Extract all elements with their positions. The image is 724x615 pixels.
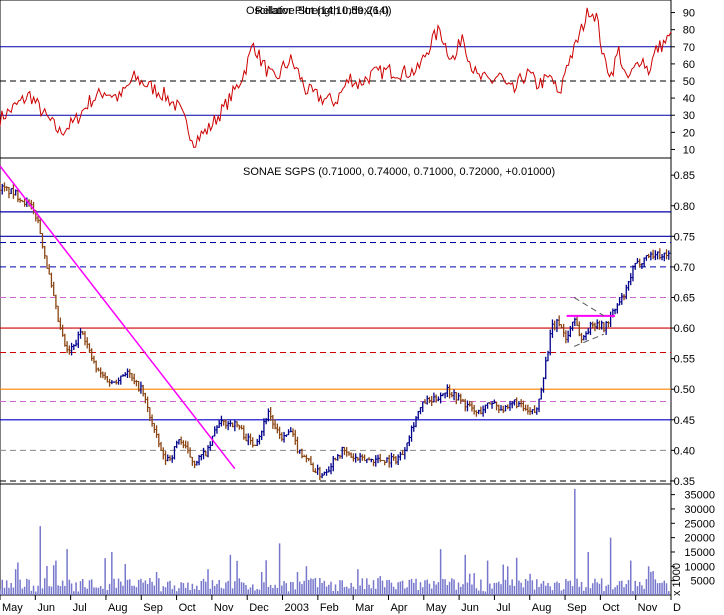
x-tick-label-3: Aug [108,602,128,614]
volume-tick-label-1: 30000 [684,504,715,516]
volume-unit-label: x 1000 [671,563,683,596]
volume-tick-label-5: 10000 [684,561,715,573]
x-tick-label-13: Jun [461,602,479,614]
rsi-tick-label-3: 60 [683,59,695,71]
volume-tick-label-2: 25000 [684,518,715,530]
rsi-tick-label-7: 20 [683,127,695,139]
price-tick-label-9: 0.40 [674,445,695,457]
rsi-tick-label-1: 80 [683,25,695,37]
volume-tick-label-3: 20000 [684,533,715,545]
price-tick-label-1: 0.80 [674,201,695,213]
stock-chart: 90 80 70 60 50 40 30 20 10 0.85 0.80 0.75 0.70 0.65 0… [0,0,724,615]
price-tick-label-3: 0.70 [674,262,695,274]
x-tick-label-7: Dec [249,602,269,614]
price-tick-label-6: 0.55 [674,354,695,366]
price-tick-label-4: 0.65 [674,292,695,304]
price-tick-label-2: 0.75 [674,231,695,243]
x-tick-label-10: Mar [355,602,374,614]
x-tick-label-11: Apr [390,602,407,614]
rsi-tick-label-6: 30 [683,110,695,122]
x-tick-label-16: Sep [567,602,587,614]
x-tick-label-18: Nov [638,602,658,614]
price-tick-label-10: 0.35 [674,476,695,488]
rsi-title: Relative Strength Index(14) [255,5,389,17]
x-tick-label-12: May [426,602,447,614]
rsi-tick-label-2: 70 [683,42,695,54]
x-tick-label-0: May [2,602,23,614]
rsi-tick-label-4: 50 [683,76,695,88]
x-tick-label-4: Sep [143,602,163,614]
volume-tick-label-6: 5000 [691,576,715,588]
rsi-tick-label-5: 40 [683,93,695,105]
x-tick-label-15: Aug [532,602,552,614]
x-tick-label-6: Nov [214,602,234,614]
x-tick-label-19: D [673,602,681,614]
volume-tick-label-4: 15000 [684,547,715,559]
x-tick-label-14: Jul [496,602,510,614]
x-tick-label-5: Oct [179,602,196,614]
rsi-tick-label-0: 90 [683,8,695,20]
x-tick-label-8: 2003 [285,602,309,614]
chart-background [0,0,724,615]
x-tick-label-9: Feb [320,602,339,614]
price-tick-label-8: 0.45 [674,415,695,427]
price-tick-label-5: 0.60 [674,323,695,335]
volume-tick-label-0: 35000 [684,490,715,502]
rsi-tick-label-8: 10 [683,144,695,156]
price-title: SONAE SGPS (0.71000, 0.74000, 0.71000, 0… [243,166,555,178]
x-tick-label-1: Jun [37,602,55,614]
price-tick-label-7: 0.50 [674,384,695,396]
price-tick-label-0: 0.85 [674,170,695,182]
x-tick-label-2: Jul [73,602,87,614]
x-tick-label-17: Oct [602,602,619,614]
